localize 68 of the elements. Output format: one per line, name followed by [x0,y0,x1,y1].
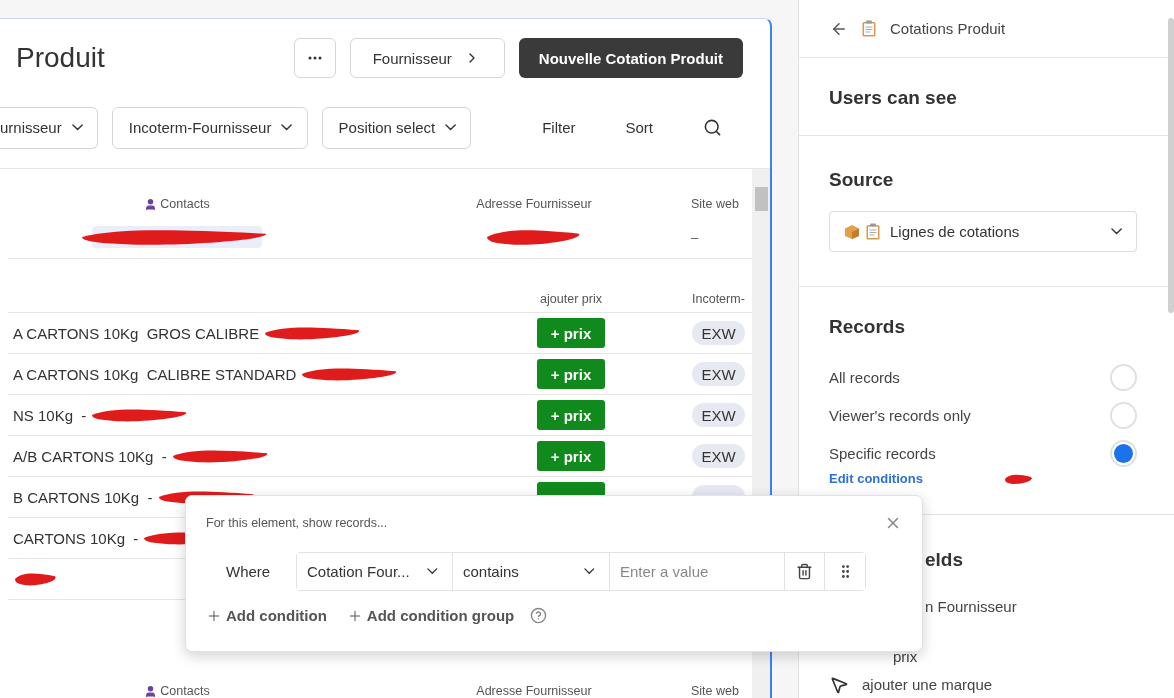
filter-dropdown[interactable]: Position select [321,106,472,149]
radio-label: All records [829,368,900,386]
add-price-button[interactable]: + prix [537,318,605,348]
column-header: Site web [691,197,739,212]
person-icon [144,198,158,211]
add-condition-button[interactable]: Add condition [206,607,327,624]
product-label: NS 10Kg - [13,406,87,424]
toolbar-action[interactable]: Sort [617,113,661,142]
new-quote-button[interactable]: Nouvelle Cotation Produit [518,38,743,78]
chevron-down-icon [427,568,438,575]
edit-conditions-link[interactable]: Edit conditions [829,471,923,486]
column-header: Adresse Fournisseur [476,197,592,212]
filter-dropdown[interactable]: Incoterm-Fournisseur [111,106,308,149]
incoterm-tag: EXW [692,444,745,468]
radio-label: Specific records [829,444,936,462]
chevron-down-icon [71,124,83,131]
field-label: prix [893,648,918,665]
column-header: ajouter prix [540,292,602,306]
radio-button[interactable] [1110,439,1137,467]
chevron-down-icon [445,124,457,131]
search-icon [703,118,722,137]
column-header: Incoterm- [692,292,745,306]
help-icon[interactable] [530,607,548,624]
product-label: A CARTONS 10Kg GROS CALIBRE [13,324,260,342]
trash-icon [796,563,813,580]
chevron-down-icon [1110,228,1122,235]
product-label: A CARTONS 10Kg CALIBRE STANDARD [13,365,297,383]
section-heading: Source [829,169,895,191]
value-input[interactable]: Enter a value [610,563,784,580]
person-icon [144,685,158,698]
field-label: n Fournisseur [925,598,1017,615]
incoterm-tag: EXW [692,403,745,427]
add-price-button[interactable]: + prix [537,359,605,389]
chevron-down-icon [584,568,595,575]
column-header: Adresse Fournisseur [476,684,592,698]
section-heading: Users can see [829,87,958,109]
page-title: Produit [16,42,106,74]
clipboard-icon [862,20,876,37]
table-cell: – [691,229,699,245]
add-condition-button[interactable]: Add condition group [346,607,515,624]
add-price-button[interactable]: + prix [537,400,605,430]
product-label: CARTONS 10Kg - [13,529,139,547]
column-header: Site web [691,684,739,698]
product-label: A/B CARTONS 10Kg - [13,447,167,465]
field-select[interactable]: Cotation Four... [297,553,453,590]
radio-label: Viewer's records only [829,406,971,424]
section-heading: Records [829,316,907,338]
column-header: Contacts [160,197,210,212]
where-label: Where [225,563,272,580]
column-header: Contacts [160,684,210,698]
product-label: B CARTONS 10Kg - [13,488,153,506]
incoterm-tag: EXW [692,362,745,386]
add-price-button[interactable]: + prix [537,441,605,471]
popup-description: For this element, show records... [206,516,388,530]
package-icon [844,223,860,240]
clipboard-icon [866,223,880,240]
supplier-button[interactable]: Fournisseur [349,38,505,78]
filter-dropdown[interactable]: urnisseur [0,106,98,149]
more-icon [307,56,322,60]
source-select[interactable]: Lignes de cotations [829,211,1137,252]
chevron-down-icon [281,124,293,131]
section-heading: elds [925,549,965,571]
incoterm-tag: EXW [692,321,745,345]
field-label: ajouter une marque [862,676,993,693]
radio-button[interactable] [1110,401,1137,429]
toolbar-action[interactable]: Filter [534,113,584,142]
breadcrumb-title: Cotations Produit [890,20,1006,37]
radio-button[interactable] [1110,363,1137,391]
